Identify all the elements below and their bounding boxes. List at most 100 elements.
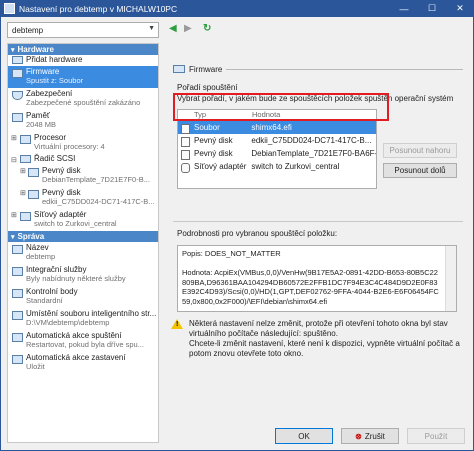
highlight-annotation [173, 93, 389, 121]
boot-entry-file[interactable]: Soubor shimx64.efi [178, 121, 376, 134]
management-header-label: Správa [17, 232, 45, 241]
boot-entry-hard-disk-2[interactable]: Pevný disk DebianTemplate_7D21E7F0-BA6F-… [178, 147, 376, 160]
sidebar-item-automatic-stop-action[interactable]: Automatická akce zastavení Uložit [8, 352, 158, 374]
collapse-icon[interactable]: ▾ [11, 46, 15, 54]
vm-selector-value: debtemp [12, 25, 44, 35]
minimize-button[interactable]: — [390, 0, 418, 17]
settings-tree: ▾ Hardware Přidat hardware Firmware Spus… [7, 43, 159, 443]
collapse-icon[interactable]: ⊟ [11, 156, 17, 164]
sidebar-item-sub: Spustit z: Soubor [26, 76, 84, 85]
sidebar-item-sub: Restartovat, pokud byla dříve spu... [26, 340, 144, 349]
sidebar-item-sub: Zabezpečené spouštění zakázáno [26, 98, 141, 107]
boot-entry-type: Síťový adaptér [194, 162, 247, 171]
move-down-button[interactable]: Posunout dolů [383, 163, 457, 178]
hard-disk-icon [181, 137, 190, 147]
sidebar-item-integration-services[interactable]: Integrační služby Byly nabídnuty některé… [8, 264, 158, 286]
section-divider [173, 221, 463, 222]
sidebar-item-sub: D:\VM\debtemp\debtemp [26, 318, 110, 327]
boot-entry-type: Soubor [194, 123, 220, 132]
sidebar-item-memory[interactable]: Paměť 2048 MB [8, 110, 158, 132]
sidebar-item-network-adapter[interactable]: ⊞ Síťový adaptér switch to Zurkovi_centr… [8, 209, 158, 231]
toolbar: debtemp ▼ ◀ ▶ ↻ [1, 17, 473, 43]
sidebar-item-sub: Standardní [26, 296, 63, 305]
add-hardware-icon [12, 56, 23, 64]
warning-text: Některá nastavení nelze změnit, protože … [189, 319, 460, 358]
sidebar-item-label: Přidat hardware [26, 55, 83, 64]
boot-entry-details-text: Popis: DOES_NOT_MATTER Hodnota: AcpiEx(V… [182, 249, 439, 306]
firmware-header-label: Firmware [189, 64, 223, 74]
apply-button[interactable]: Použít [407, 428, 465, 444]
cancel-icon: ⊗ [355, 431, 362, 441]
settings-window: debtemp ▼ ◀ ▶ ↻ ▾ Hardware Přidat hardwa… [0, 17, 474, 451]
boot-entry-value: shimx64.efi [251, 123, 292, 132]
boot-order-list[interactable]: Typ Hodnota Soubor shimx64.efi Pevný dis… [177, 109, 377, 189]
sidebar-item-smart-paging-location[interactable]: Umístění souboru inteligentního str... D… [8, 308, 158, 330]
ok-button[interactable]: OK [275, 428, 333, 444]
hardware-section-header[interactable]: ▾ Hardware [8, 44, 158, 55]
expand-icon[interactable]: ⊞ [20, 167, 26, 175]
sidebar-item-firmware[interactable]: Firmware Spustit z: Soubor [8, 66, 158, 88]
collapse-icon[interactable]: ▾ [11, 233, 15, 241]
cancel-label: Zrušit [364, 431, 385, 441]
memory-icon [12, 113, 23, 122]
boot-entry-details[interactable]: Popis: DOES_NOT_MATTER Hodnota: AcpiEx(V… [177, 245, 457, 312]
boot-entry-value: DebianTemplate_7D21E7F0-BA6F-... [251, 149, 376, 158]
sidebar-item-name[interactable]: Název debtemp [8, 242, 158, 264]
sidebar-item-sub: debtemp [26, 252, 56, 261]
firmware-icon [12, 69, 23, 78]
boot-entry-hard-disk-1[interactable]: Pevný disk edkii_C75DD024-DC71-417C-B... [178, 134, 376, 147]
detail-label: Podrobnosti pro vybranou spouštěcí polož… [177, 229, 338, 238]
shield-icon [12, 91, 23, 100]
expand-icon[interactable]: ⊞ [11, 134, 17, 142]
expand-icon[interactable]: ⊞ [11, 211, 17, 219]
forward-arrow-icon[interactable]: ▶ [184, 23, 192, 35]
refresh-icon[interactable]: ↻ [203, 23, 211, 35]
sidebar-item-sub: 2048 MB [26, 120, 57, 129]
folder-icon [12, 311, 23, 320]
boot-entry-type: Pevný disk [194, 136, 233, 145]
vm-selector[interactable]: debtemp ▼ [7, 22, 159, 38]
boot-entry-network-adapter[interactable]: Síťový adaptér switch to Zurkovi_central [178, 160, 376, 173]
close-button[interactable]: ✕ [446, 0, 474, 17]
sidebar-item-checkpoints[interactable]: Kontrolní body Standardní [8, 286, 158, 308]
sidebar-item-processor[interactable]: ⊞ Procesor Virtuální procesory: 4 [8, 132, 158, 154]
hard-disk-icon [28, 168, 39, 177]
sidebar-item-hard-disk-1[interactable]: ⊞ Pevný disk DebianTemplate_7D21E7F0-B..… [8, 165, 158, 187]
expand-icon[interactable]: ⊞ [20, 189, 26, 197]
boot-entry-value: edkii_C75DD024-DC71-417C-B... [251, 136, 372, 145]
sidebar-item-label: Umístění souboru inteligentního str... [26, 309, 157, 318]
sidebar-item-hard-disk-2[interactable]: ⊞ Pevný disk edkii_C75DD024-DC71-417C-B.… [8, 187, 158, 209]
hardware-header-label: Hardware [17, 45, 54, 54]
sidebar-item-label: Řadič SCSI [34, 154, 76, 163]
boot-entry-type: Pevný disk [194, 149, 233, 158]
sidebar-item-label: Automatická akce zastavení [26, 353, 126, 362]
chevron-down-icon: ▼ [148, 25, 155, 32]
checkpoints-icon [12, 289, 23, 298]
sidebar-item-label: Integrační služby [26, 265, 87, 274]
move-up-button[interactable]: Posunout nahoru [383, 143, 457, 158]
sidebar-item-security[interactable]: Zabezpečení Zabezpečené spouštění zakázá… [8, 88, 158, 110]
back-arrow-icon[interactable]: ◀ [169, 23, 177, 35]
sidebar-item-label: Paměť [26, 111, 50, 120]
sidebar-item-automatic-start-action[interactable]: Automatická akce spuštění Restartovat, p… [8, 330, 158, 352]
name-icon [12, 245, 23, 254]
maximize-button[interactable]: ☐ [418, 0, 446, 17]
sidebar-item-label: Pevný disk [42, 166, 81, 175]
sidebar-item-add-hardware[interactable]: Přidat hardware [8, 55, 158, 66]
sidebar-item-label: Zabezpečení [26, 89, 73, 98]
cancel-button[interactable]: ⊗ Zrušit [341, 428, 399, 444]
header-divider [226, 68, 463, 70]
sidebar-item-label: Pevný disk [42, 188, 81, 197]
hard-disk-icon [181, 150, 190, 160]
sidebar-item-sub: edkii_C75DD024-DC71-417C-B... [42, 197, 155, 206]
hard-disk-icon [28, 190, 39, 199]
processor-icon [20, 135, 31, 144]
management-section-header[interactable]: ▾ Správa [8, 231, 158, 242]
sidebar-item-scsi-controller[interactable]: ⊟ Řadič SCSI [8, 154, 158, 165]
sidebar-item-label: Kontrolní body [26, 287, 78, 296]
sidebar-item-label: Procesor [34, 133, 67, 142]
details-scrollbar[interactable] [445, 246, 456, 311]
start-action-icon [12, 333, 23, 342]
sidebar-item-label: Název [26, 243, 49, 252]
sidebar-item-sub: switch to Zurkovi_central [34, 219, 117, 228]
